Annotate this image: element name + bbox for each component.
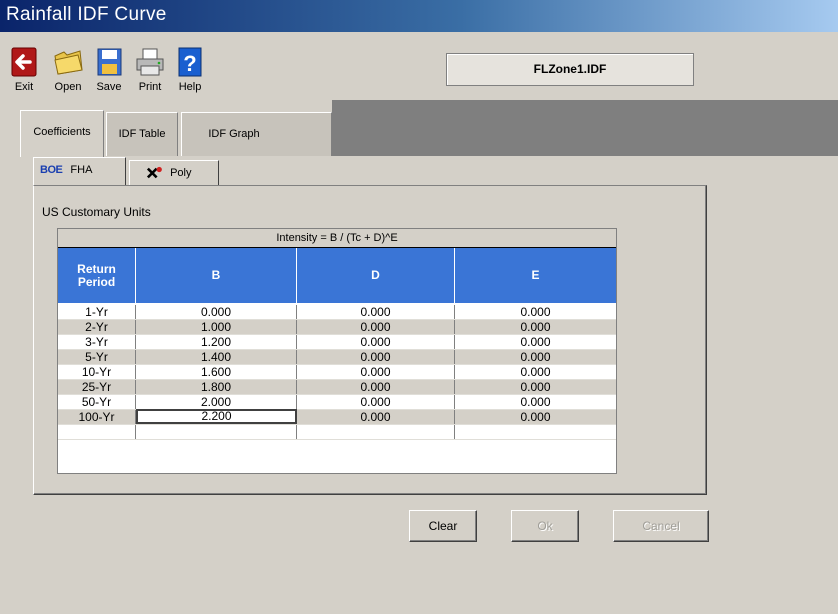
table-row: 5-Yr 1.400 0.000 0.000 <box>58 350 616 365</box>
cell-e[interactable]: 0.000 <box>455 380 616 394</box>
tab-coefficients[interactable]: Coefficients <box>20 110 104 157</box>
cell-e[interactable]: 0.000 <box>455 335 616 349</box>
clear-button[interactable]: Clear <box>409 510 477 542</box>
printer-icon <box>136 48 164 76</box>
cell-d[interactable]: 0.000 <box>297 410 455 424</box>
cell-empty <box>58 425 136 439</box>
cancel-button[interactable]: Cancel <box>613 510 709 542</box>
cell-empty[interactable] <box>136 425 297 439</box>
ok-button[interactable]: Ok <box>511 510 579 542</box>
folder-open-icon <box>54 50 83 75</box>
cell-b[interactable]: 1.000 <box>136 320 297 334</box>
cell-e[interactable]: 0.000 <box>455 320 616 334</box>
cell-return-period: 25-Yr <box>58 380 136 394</box>
cell-empty[interactable] <box>297 425 455 439</box>
cell-e[interactable]: 0.000 <box>455 410 616 424</box>
table-row: 1-Yr 0.000 0.000 0.000 <box>58 305 616 320</box>
subtab-poly[interactable]: Poly <box>129 160 219 185</box>
tab-idf-graph-label: IDF Graph <box>208 128 260 140</box>
cell-return-period: 2-Yr <box>58 320 136 334</box>
cell-b[interactable]: 2.000 <box>136 395 297 409</box>
cell-d[interactable]: 0.000 <box>297 365 455 379</box>
cell-e[interactable]: 0.000 <box>455 350 616 364</box>
cell-d[interactable]: 0.000 <box>297 395 455 409</box>
exit-button[interactable]: Exit <box>4 46 44 98</box>
cell-d[interactable]: 0.000 <box>297 380 455 394</box>
cell-d[interactable]: 0.000 <box>297 320 455 334</box>
help-question-icon: ? <box>178 47 202 77</box>
cell-b[interactable]: 1.800 <box>136 380 297 394</box>
table-row-empty <box>58 425 616 440</box>
cell-b[interactable]: 0.000 <box>136 305 297 319</box>
open-button[interactable]: Open <box>48 46 88 98</box>
table-row: 3-Yr 1.200 0.000 0.000 <box>58 335 616 350</box>
print-button[interactable]: Print <box>130 46 170 98</box>
formula-caption: Intensity = B / (Tc + D)^E <box>58 229 616 248</box>
cell-empty[interactable] <box>455 425 616 439</box>
cell-b-selected[interactable]: 2.200 <box>136 409 297 424</box>
tab-idf-table[interactable]: IDF Table <box>106 112 178 156</box>
cell-b[interactable]: 1.200 <box>136 335 297 349</box>
floppy-save-icon <box>97 48 122 76</box>
coefficients-grid[interactable]: Intensity = B / (Tc + D)^E Return Period … <box>57 228 617 474</box>
cell-return-period: 10-Yr <box>58 365 136 379</box>
fha-label: FHA <box>70 164 93 176</box>
table-row: 2-Yr 1.000 0.000 0.000 <box>58 320 616 335</box>
fha-logo-icon: BOE <box>40 164 63 176</box>
cell-d[interactable]: 0.000 <box>297 350 455 364</box>
col-header-return-period: Return Period <box>58 248 136 303</box>
poly-label: Poly <box>170 167 192 179</box>
exit-label: Exit <box>14 81 34 93</box>
cell-b[interactable]: 1.600 <box>136 365 297 379</box>
help-button[interactable]: ? Help <box>170 46 210 98</box>
save-button[interactable]: Save <box>89 46 129 98</box>
table-row: 10-Yr 1.600 0.000 0.000 <box>58 365 616 380</box>
cell-e[interactable]: 0.000 <box>455 365 616 379</box>
units-label: US Customary Units <box>42 205 151 219</box>
open-label: Open <box>54 81 82 93</box>
file-name-display: FLZone1.IDF <box>446 53 694 86</box>
print-label: Print <box>138 81 162 93</box>
cell-return-period: 100-Yr <box>58 410 136 424</box>
cell-return-period: 1-Yr <box>58 305 136 319</box>
col-header-b: B <box>136 248 297 303</box>
toolbar: Exit Open Save Print ? Help FLZone1.IDF <box>0 32 838 100</box>
cell-return-period: 5-Yr <box>58 350 136 364</box>
cell-e[interactable]: 0.000 <box>455 305 616 319</box>
table-row: 25-Yr 1.800 0.000 0.000 <box>58 380 616 395</box>
cell-d[interactable]: 0.000 <box>297 305 455 319</box>
cell-d[interactable]: 0.000 <box>297 335 455 349</box>
save-label: Save <box>96 81 122 93</box>
subtab-fha[interactable]: BOE FHA <box>33 157 126 186</box>
table-row: 50-Yr 2.000 0.000 0.000 <box>58 395 616 410</box>
cell-return-period: 50-Yr <box>58 395 136 409</box>
tab-idf-graph[interactable]: IDF Graph <box>181 112 332 156</box>
col-header-d: D <box>297 248 455 303</box>
main-tabs: Coefficients IDF Table IDF Graph <box>0 100 838 157</box>
col-header-e: E <box>455 248 616 303</box>
svg-text:?: ? <box>183 51 196 76</box>
table-row: 100-Yr 2.200 0.000 0.000 <box>58 409 616 425</box>
title-bar: Rainfall IDF Curve <box>0 0 838 32</box>
help-label: Help <box>178 81 202 93</box>
cell-e[interactable]: 0.000 <box>455 395 616 409</box>
window-title: Rainfall IDF Curve <box>6 4 167 25</box>
exit-arrow-icon <box>11 47 37 77</box>
poly-x-icon <box>146 166 162 179</box>
cell-return-period: 3-Yr <box>58 335 136 349</box>
cell-b[interactable]: 1.400 <box>136 350 297 364</box>
